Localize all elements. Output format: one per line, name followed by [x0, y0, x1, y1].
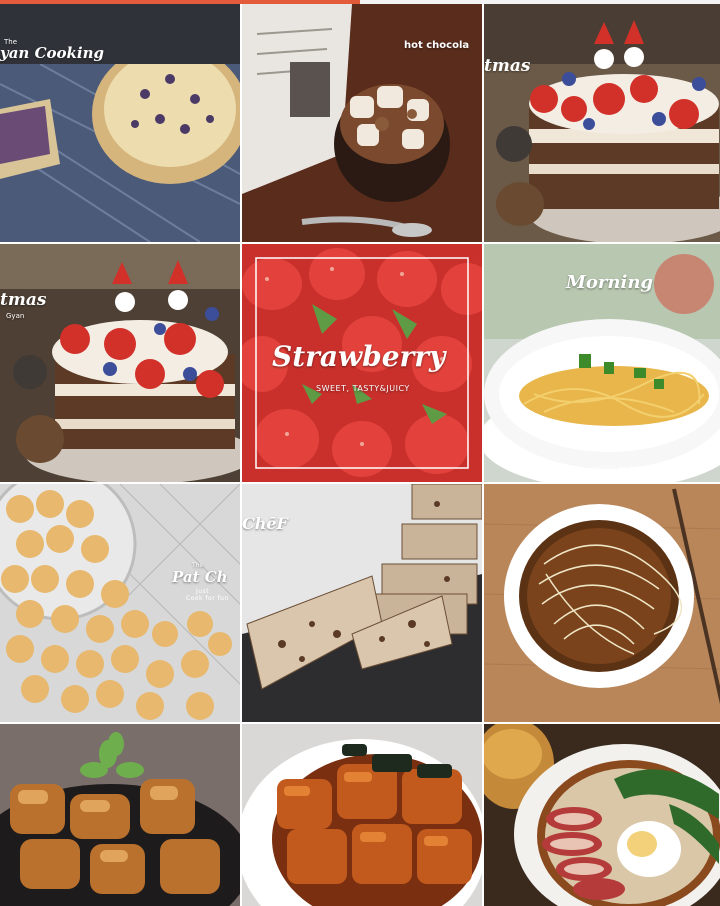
morning-noodles-image: [484, 244, 720, 482]
load-progress-bar: [0, 0, 720, 4]
noodle-soup-image: [484, 484, 720, 722]
photo-tile-christmas-cake-2[interactable]: tmas Gyan: [0, 244, 240, 482]
christmas-cake-2-image: [0, 244, 240, 482]
photo-tile-blueberry-tart[interactable]: The yan Cooking: [0, 4, 240, 242]
photo-tile-hot-chocolate[interactable]: hot chocola: [242, 4, 482, 242]
photo-tile-strawberry[interactable]: Strawberry SWEET, TASTY&JUICY: [242, 244, 482, 482]
photo-tile-clay-pot-rice[interactable]: [484, 724, 720, 906]
christmas-cake-1-image: [484, 4, 720, 242]
chocolate-bars-image: [242, 484, 482, 722]
strawberry-image: [242, 244, 482, 482]
load-progress-fill: [0, 0, 360, 4]
morning-credit: PHOTO BY PAT: [592, 466, 642, 473]
potatoes-image: [0, 724, 240, 906]
photo-tile-morning-noodles[interactable]: Morning PHOTO BY PAT: [484, 244, 720, 482]
cookies-subcaption-2: Cook for fun: [186, 595, 229, 602]
blueberry-tart-image: [0, 4, 240, 242]
photo-tile-noodle-soup[interactable]: [484, 484, 720, 722]
glazed-pork-image: [242, 724, 482, 906]
hot-chocolate-image: [242, 4, 482, 242]
cookies-subcaption-1: Just: [196, 588, 210, 595]
photo-grid: The yan Cooking hot chocola tmas tmas Gy…: [0, 4, 720, 906]
photo-tile-potatoes[interactable]: [0, 724, 240, 906]
photo-tile-christmas-cake-1[interactable]: tmas: [484, 4, 720, 242]
clay-pot-rice-image: [484, 724, 720, 906]
photo-tile-chocolate-bars[interactable]: ChēF: [242, 484, 482, 722]
photo-tile-cookies[interactable]: The Pat Ch Just Cook for fun: [0, 484, 240, 722]
photo-tile-glazed-pork[interactable]: [242, 724, 482, 906]
cookies-image: [0, 484, 240, 722]
